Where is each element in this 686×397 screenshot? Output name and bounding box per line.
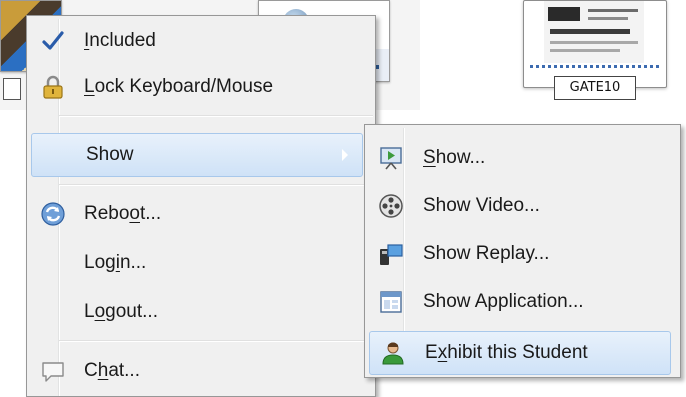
chat-bubble-icon xyxy=(42,362,64,382)
padlock-icon xyxy=(43,75,63,99)
presentation-icon xyxy=(380,147,402,170)
submenu-item-label: Show Video... xyxy=(423,195,540,216)
student-name-label xyxy=(3,78,21,100)
submenu-item-label: Show Application... xyxy=(423,291,584,312)
application-window-icon xyxy=(380,291,402,313)
menu-item-lock-keyboard-mouse[interactable]: Lock Keyboard/Mouse xyxy=(30,65,370,109)
menu-item-label: Logout... xyxy=(84,301,158,322)
student-icon xyxy=(382,342,404,365)
screen-preview xyxy=(544,1,644,63)
submenu-item-show-replay[interactable]: Show Replay... xyxy=(368,232,674,276)
submenu-arrow-icon xyxy=(342,149,348,161)
film-reel-icon xyxy=(379,194,403,218)
submenu-item-label: Show... xyxy=(423,147,486,168)
context-menu: Included Lock Keyboard/Mouse Show Reboot… xyxy=(26,15,376,397)
menu-separator xyxy=(59,115,373,117)
submenu-item-label: Exhibit this Student xyxy=(425,342,588,363)
submenu-item-label: Show Replay... xyxy=(423,243,550,264)
menu-item-label: Chat... xyxy=(84,360,140,381)
menu-item-logout[interactable]: Logout... xyxy=(30,290,370,334)
menu-separator xyxy=(59,340,373,342)
checkmark-icon xyxy=(42,31,64,50)
menu-item-chat[interactable]: Chat... xyxy=(30,349,370,393)
student-thumbnail-gate10[interactable]: GATE10 xyxy=(523,0,667,100)
menu-separator xyxy=(59,184,373,186)
menu-item-label: Login... xyxy=(84,252,147,273)
replay-camera-icon xyxy=(380,244,403,265)
submenu-item-show[interactable]: Show... xyxy=(368,136,674,180)
submenu-item-exhibit-this-student[interactable]: Exhibit this Student xyxy=(369,331,671,375)
menu-item-label: Lock Keyboard/Mouse xyxy=(84,76,274,97)
menu-item-label: Show xyxy=(86,144,134,165)
menu-item-included[interactable]: Included xyxy=(30,19,370,63)
menu-item-label: Included xyxy=(84,30,156,51)
submenu-item-show-application[interactable]: Show Application... xyxy=(368,280,674,324)
menu-item-show[interactable]: Show xyxy=(31,133,363,177)
student-name-label: GATE10 xyxy=(554,76,636,100)
menu-item-login[interactable]: Login... xyxy=(30,241,370,285)
menu-item-reboot[interactable]: Reboot... xyxy=(30,192,370,236)
show-submenu: Show... Show Video... Show Replay... Sho… xyxy=(364,124,681,378)
submenu-item-show-video[interactable]: Show Video... xyxy=(368,184,674,228)
reboot-icon xyxy=(41,202,65,226)
menu-item-label: Reboot... xyxy=(84,203,162,224)
